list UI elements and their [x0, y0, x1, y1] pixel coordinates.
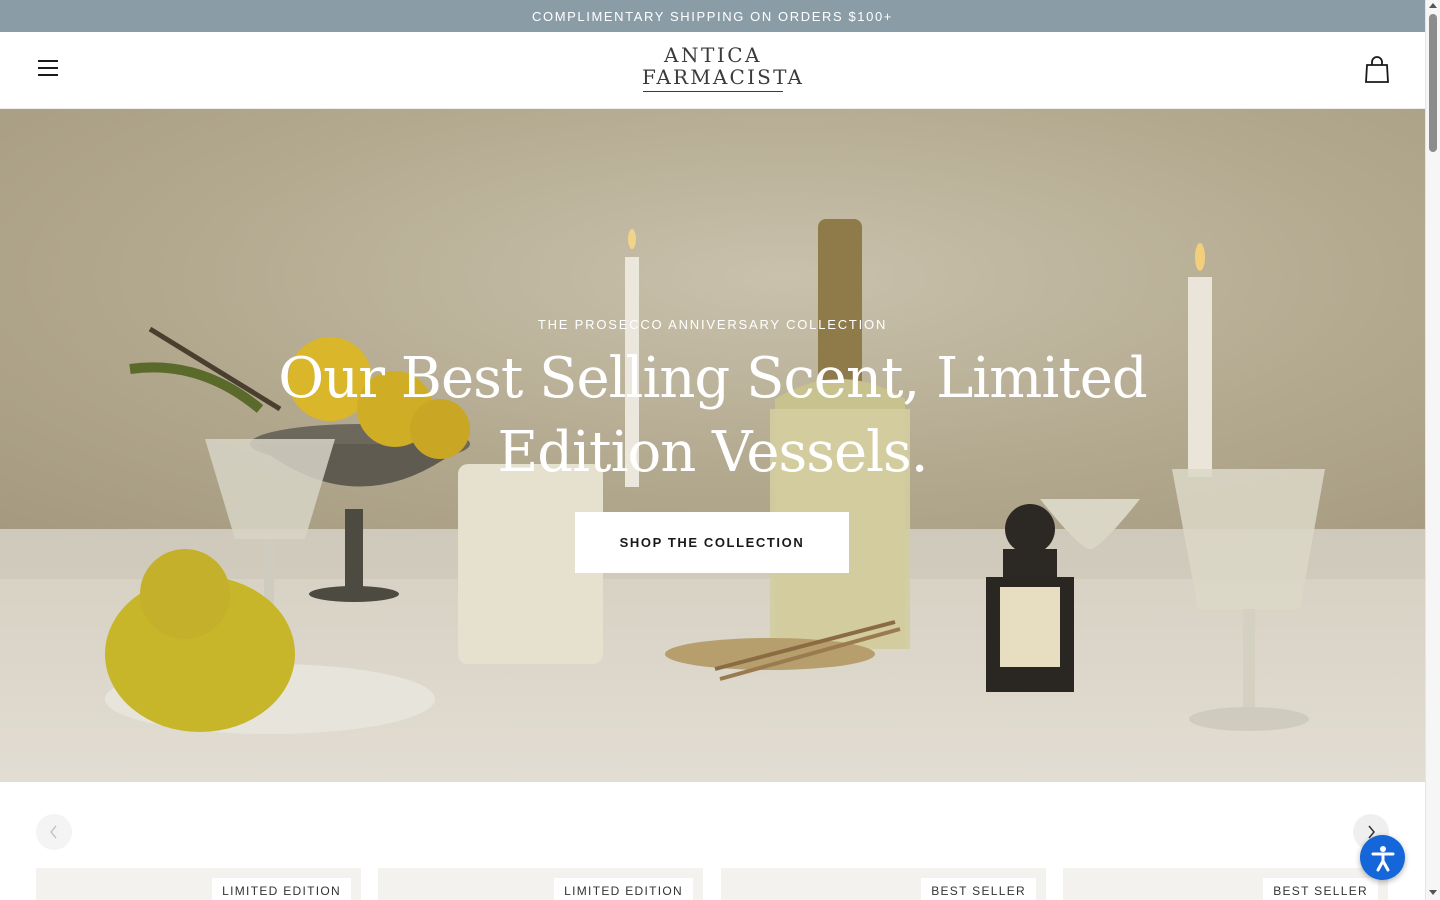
page-scrollbar[interactable]: [1425, 0, 1440, 900]
product-badge: LIMITED EDITION: [554, 878, 693, 900]
hero-headline-line-1: Our Best Selling Scent, Limited: [278, 346, 1147, 411]
hamburger-menu-icon[interactable]: [36, 60, 60, 80]
chevron-left-icon[interactable]: [36, 814, 72, 850]
logo-line-1: ANTICA: [664, 43, 762, 67]
announcement-bar: COMPLIMENTARY SHIPPING ON ORDERS $100+: [0, 0, 1425, 32]
scrollbar-thumb[interactable]: [1429, 14, 1437, 152]
product-badge: LIMITED EDITION: [212, 878, 351, 900]
product-card[interactable]: BEST SELLER: [721, 868, 1046, 900]
scroll-down-arrow-icon[interactable]: [1429, 890, 1437, 895]
logo-underline: [643, 91, 783, 92]
hero-eyebrow: THE PROSECCO ANNIVERSARY COLLECTION: [537, 317, 888, 332]
accessibility-icon[interactable]: [1360, 835, 1405, 880]
hero-headline-line-2: Edition Vessels.: [497, 420, 928, 485]
shop-the-collection-button[interactable]: SHOP THE COLLECTION: [575, 512, 849, 573]
product-badge: BEST SELLER: [921, 878, 1036, 900]
announcement-text: COMPLIMENTARY SHIPPING ON ORDERS $100+: [532, 8, 893, 24]
product-card[interactable]: LIMITED EDITION: [36, 868, 361, 900]
product-carousel: LIMITED EDITION LIMITED EDITION BEST SEL…: [0, 782, 1425, 900]
shopping-bag-icon[interactable]: [1364, 56, 1390, 84]
product-card[interactable]: BEST SELLER: [1063, 868, 1388, 900]
scroll-up-arrow-icon[interactable]: [1429, 3, 1437, 8]
product-card[interactable]: LIMITED EDITION: [378, 868, 703, 900]
brand-logo[interactable]: ANTICA FARMACISTA: [642, 43, 805, 94]
hero-text-block: THE PROSECCO ANNIVERSARY COLLECTION Our …: [0, 317, 1425, 490]
logo-line-2: FARMACISTA: [642, 65, 805, 89]
product-badge: BEST SELLER: [1263, 878, 1378, 900]
hero-headline: Our Best Selling Scent, Limited Edition …: [0, 342, 1425, 490]
hero-banner: THE PROSECCO ANNIVERSARY COLLECTION Our …: [0, 109, 1425, 782]
site-header: ANTICA FARMACISTA: [0, 32, 1425, 109]
